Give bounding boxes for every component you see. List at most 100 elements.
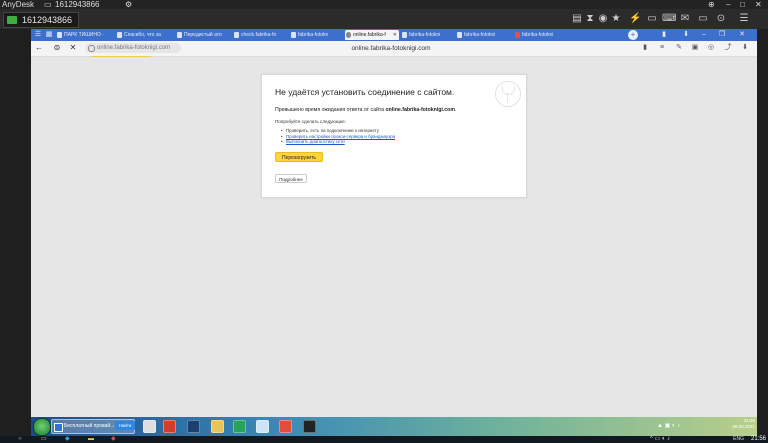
suggestions-list: Проверить, есть ли подключение к интерне… bbox=[281, 128, 395, 145]
taskbar-app-icon-6[interactable] bbox=[256, 420, 269, 433]
tab-favicon bbox=[515, 32, 520, 38]
tab-label: ПАРК ТИШИНО · bbox=[64, 32, 104, 38]
local-tray-icons[interactable]: ^ ▭ ◐ ♪ bbox=[650, 436, 670, 443]
tab-favicon bbox=[117, 32, 122, 38]
anydesk-plus-icon[interactable]: ⊕ bbox=[708, 0, 715, 9]
share-icon[interactable]: ⤴ bbox=[723, 43, 733, 53]
anydesk-menu-icon[interactable]: ☰ bbox=[738, 13, 750, 25]
window-restore-icon-remote[interactable]: ❐ bbox=[717, 30, 727, 40]
details-button[interactable]: Подробнее bbox=[275, 174, 307, 183]
tab-label: fabrika-fotokn bbox=[298, 32, 329, 38]
tab-label: Передистый ато bbox=[184, 32, 222, 38]
tab-8[interactable]: fabrika-fotokni bbox=[514, 30, 569, 40]
window-minimize-icon-remote[interactable]: – bbox=[699, 30, 709, 40]
anydesk-chat-icon[interactable]: ▤ bbox=[571, 13, 583, 25]
tab-favicon bbox=[457, 32, 462, 38]
tab-favicon bbox=[291, 32, 296, 38]
remote-taskbar: Бесплатный провай... Найти ▲ ▣ ◐ ♪ 21:56… bbox=[31, 417, 757, 436]
reload-button[interactable]: Перезагрузить bbox=[275, 152, 323, 162]
taskbar-photoshop-icon[interactable] bbox=[187, 420, 200, 433]
anydesk-hourglass-icon[interactable]: ⧗ bbox=[584, 13, 596, 25]
anydesk-display-icon[interactable]: ▭ bbox=[646, 13, 658, 25]
bookmark-star-icon[interactable]: ▮ bbox=[640, 43, 650, 53]
url-title[interactable]: online.fabrika-fotoknigi.com bbox=[291, 44, 491, 53]
taskbar-app-icon-8[interactable] bbox=[303, 420, 316, 433]
pen-icon[interactable]: ✎ bbox=[674, 43, 684, 53]
suggestion-diagnostics-link[interactable]: Выполнить диагностику сети bbox=[281, 139, 395, 145]
anydesk-keyboard-icon[interactable]: ⌨ bbox=[662, 13, 676, 25]
taskbar-task-label: Бесплатный провай... bbox=[64, 423, 115, 429]
tab-0[interactable]: ПАРК ТИШИНО · bbox=[56, 30, 114, 40]
back-icon[interactable]: ← bbox=[34, 43, 44, 53]
remote-clock[interactable]: 21:56 08.05.2021 bbox=[699, 418, 755, 435]
anydesk-message-icon[interactable]: ✉ bbox=[679, 13, 691, 25]
local-explorer-icon[interactable]: ▬ bbox=[88, 436, 94, 443]
remote-screen[interactable]: ☰ ▦ ПАРК ТИШИНО · Спасибо, что за Переди… bbox=[31, 29, 757, 443]
tab-4[interactable]: fabrika-fotokn bbox=[290, 30, 343, 40]
anydesk-record-icon[interactable]: ⊙ bbox=[715, 13, 727, 25]
error-desc-prefix: Превышено время ожидания ответа от сайта bbox=[275, 107, 386, 113]
new-tab-icon[interactable]: + bbox=[628, 30, 638, 40]
extension-icon[interactable]: ◎ bbox=[706, 43, 716, 53]
anydesk-monitor-icon-2[interactable]: ▭ bbox=[697, 13, 709, 25]
tab-close-icon[interactable]: ✕ bbox=[393, 30, 397, 40]
local-anydesk-icon[interactable]: ◆ bbox=[111, 436, 116, 443]
taskbar-app-icon-2[interactable] bbox=[163, 420, 176, 433]
tab-active[interactable]: online.fabrika-f ✕ bbox=[345, 30, 399, 40]
anydesk-monitor-icon: ▭ bbox=[44, 0, 52, 9]
local-clock[interactable]: 21:56 bbox=[751, 436, 766, 443]
bookmark-icon[interactable]: ▮ bbox=[659, 30, 669, 40]
tab-6[interactable]: fabrika-fotokni bbox=[401, 30, 454, 40]
anydesk-database-icon[interactable]: ◉ bbox=[597, 13, 609, 25]
suggestions-heading: Попробуйте сделать следующее: bbox=[275, 119, 346, 124]
error-desc-suffix: . bbox=[454, 107, 457, 113]
anydesk-title-bar: AnyDesk ▭ 1612943866 ⚙ ⊕ – □ ✕ bbox=[0, 0, 768, 9]
window-maximize-icon[interactable]: □ bbox=[740, 0, 745, 9]
stop-icon[interactable]: ✕ bbox=[68, 43, 78, 53]
window-close-icon[interactable]: ✕ bbox=[755, 0, 762, 9]
protect-icon[interactable]: ▣ bbox=[690, 43, 700, 53]
downloads-icon[interactable]: ⬇ bbox=[681, 30, 691, 40]
reader-icon[interactable]: ≡ bbox=[657, 43, 667, 53]
tab-group-icon[interactable]: ▦ bbox=[44, 30, 54, 40]
browser-menu-icon[interactable]: ☰ bbox=[33, 30, 43, 40]
tray-icons[interactable]: ▲ ▣ ◐ ♪ bbox=[657, 422, 680, 429]
anydesk-toolbar: ▤ ⧗ ◉ ★ ⚡ ▭ ⌨ ✉ ▭ ⊙ ☰ bbox=[0, 9, 768, 29]
taskbar-folder-icon[interactable] bbox=[211, 420, 224, 433]
anydesk-session-tab[interactable]: 1612943866 bbox=[3, 12, 80, 28]
tab-2[interactable]: Передистый ато bbox=[176, 30, 231, 40]
anydesk-action-icon[interactable]: ⚡ bbox=[629, 13, 641, 25]
window-minimize-icon[interactable]: – bbox=[726, 0, 730, 9]
tab-7[interactable]: fabrika-fotokni bbox=[456, 30, 512, 40]
tab-favicon bbox=[402, 32, 407, 38]
session-id-label: 1612943866 bbox=[22, 15, 73, 25]
error-description: Превышено время ожидания ответа от сайта… bbox=[275, 107, 456, 113]
connection-icon bbox=[88, 45, 95, 52]
url-pill-text: online.fabrika-fotoknigi.com bbox=[97, 45, 171, 51]
local-taskview-icon[interactable]: ▭ bbox=[41, 436, 47, 443]
local-search-icon[interactable]: ○ bbox=[18, 436, 22, 443]
tab-loading-icon bbox=[346, 32, 351, 38]
anydesk-settings-icon[interactable]: ⚙ bbox=[125, 0, 132, 9]
tab-label: online.fabrika-f bbox=[353, 32, 386, 38]
error-desc-host: online.fabrika-fotoknigi.com bbox=[385, 107, 455, 113]
url-pill[interactable]: online.fabrika-fotoknigi.com bbox=[85, 43, 181, 53]
yandex-logo-icon bbox=[495, 81, 521, 107]
window-close-icon-remote[interactable]: ✕ bbox=[737, 30, 747, 40]
anydesk-star-icon[interactable]: ★ bbox=[610, 13, 622, 25]
local-edge-icon[interactable]: ◆ bbox=[65, 436, 70, 443]
taskbar-app-icon-5[interactable] bbox=[233, 420, 246, 433]
taskbar-app-icon-7[interactable] bbox=[279, 420, 292, 433]
yandex-home-icon[interactable]: ⊜ bbox=[52, 43, 62, 53]
local-taskbar: ○ ▭ ◆ ▬ ◆ ^ ▭ ◐ ♪ ENG 21:56 bbox=[0, 436, 768, 443]
local-lang[interactable]: ENG bbox=[733, 436, 744, 443]
tab-1[interactable]: Спасибо, что за bbox=[116, 30, 174, 40]
taskbar-search-button[interactable]: Найти bbox=[115, 421, 135, 430]
taskbar-app-icon-1[interactable] bbox=[143, 420, 156, 433]
tab-label: check.fabrika-fo bbox=[241, 32, 277, 38]
tab-3[interactable]: check.fabrika-fo bbox=[233, 30, 288, 40]
session-monitor-icon bbox=[7, 16, 17, 24]
anydesk-session-title: 1612943866 bbox=[55, 0, 100, 9]
downloads-icon-2[interactable]: ⬇ bbox=[740, 43, 750, 53]
start-button-icon[interactable] bbox=[33, 418, 51, 436]
